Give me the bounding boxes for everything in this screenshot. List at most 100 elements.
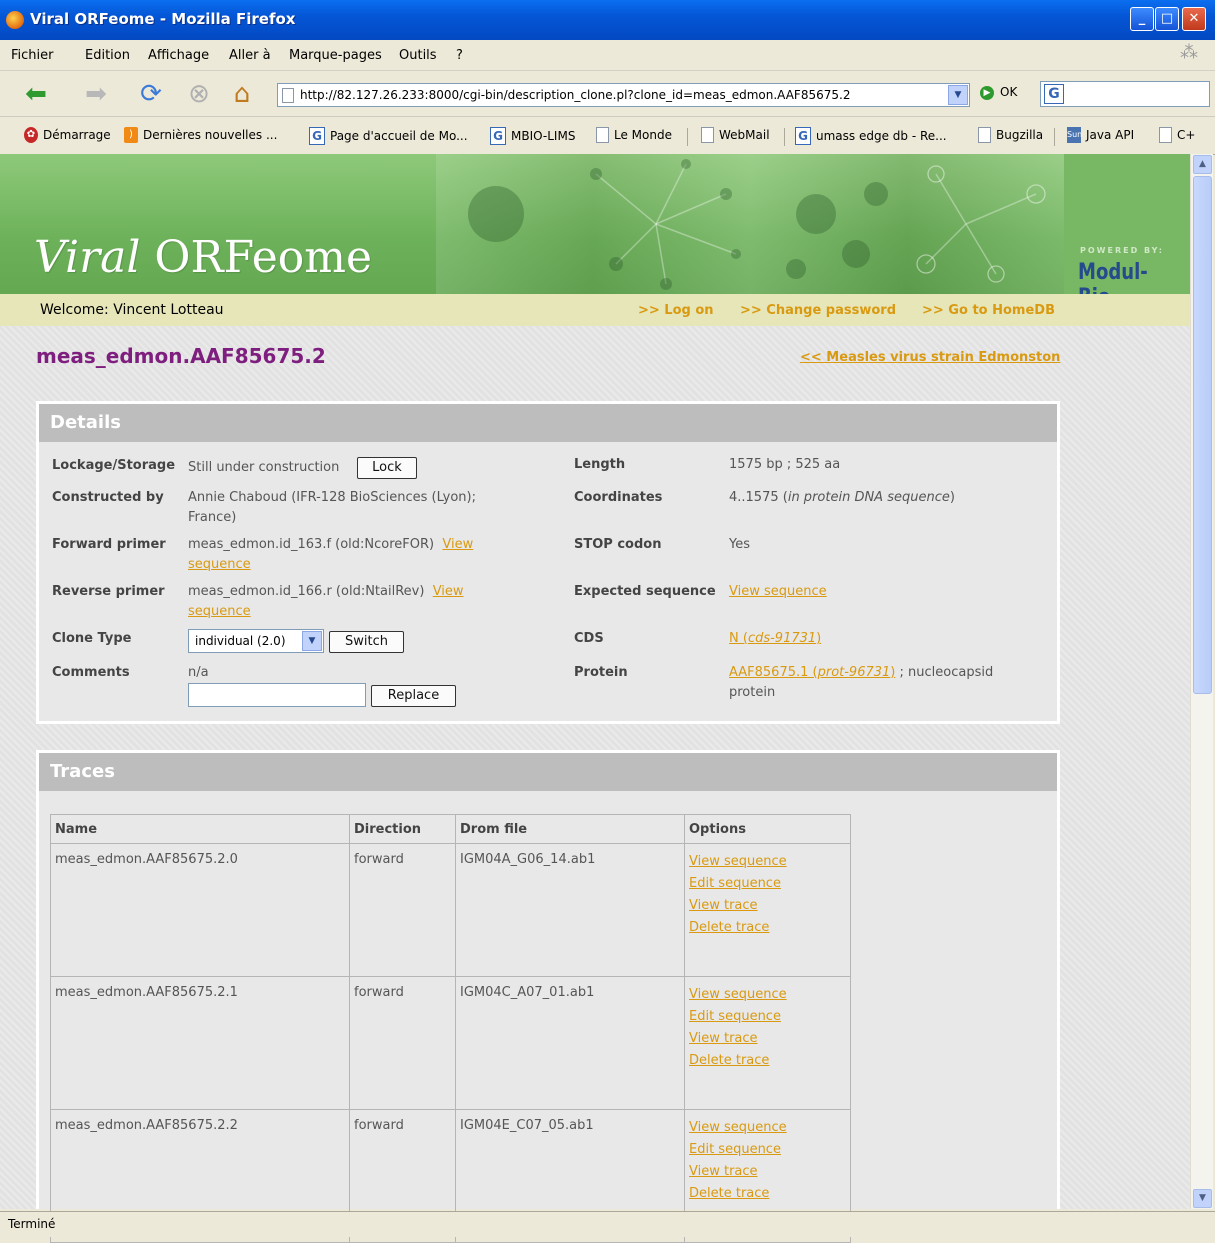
change-password-link[interactable]: >> Change password [740, 303, 896, 318]
go-button[interactable]: ▶ OK [980, 85, 1017, 100]
minimize-button[interactable]: _ [1130, 7, 1154, 31]
maximize-button[interactable]: □ [1155, 7, 1179, 31]
forward-sequence-link[interactable]: sequence [188, 557, 251, 572]
delete-trace-link[interactable]: Delete trace [689, 1053, 769, 1068]
menu-bar: Fichier Edition Affichage Aller à Marque… [0, 40, 1215, 71]
search-input[interactable]: G [1040, 81, 1210, 107]
menu-edition[interactable]: Edition [85, 48, 130, 63]
close-button[interactable]: ✕ [1182, 7, 1206, 31]
clone-type-value: individual (2.0) [195, 634, 286, 648]
forward-primer-label: Forward primer [52, 537, 166, 552]
url-text: http://82.127.26.233:8000/cgi-bin/descri… [300, 88, 851, 102]
go-to-homedb-link[interactable]: >> Go to HomeDB [922, 303, 1055, 318]
bookmark-mbio-lims[interactable]: G MBIO-LIMS [490, 127, 575, 145]
rss-icon: ) [124, 127, 138, 143]
back-link[interactable]: << Measles virus strain Edmonston [800, 350, 1060, 365]
bookmark-java-api[interactable]: Sun Java API [1067, 127, 1134, 143]
menu-outils[interactable]: Outils [399, 48, 437, 63]
scroll-thumb[interactable] [1193, 176, 1212, 694]
menu-help[interactable]: ? [456, 48, 463, 63]
site-title-italic: Viral [34, 232, 141, 283]
bookmark-accueil[interactable]: G Page d'accueil de Mo... [309, 127, 468, 145]
comments-value: n/a [188, 665, 209, 680]
forward-view-link[interactable]: View [442, 537, 473, 552]
column-direction: Direction [349, 814, 456, 844]
banner-illustration [468, 159, 1046, 290]
reverse-view-link[interactable]: View [433, 584, 464, 599]
reload-icon[interactable]: ⟳ [135, 78, 167, 110]
traces-header-row: Name Direction Drom file Options [50, 814, 851, 844]
lockage-label: Lockage/Storage [52, 458, 176, 473]
view-trace-link[interactable]: View trace [689, 1164, 758, 1179]
column-options: Options [684, 814, 851, 844]
back-icon[interactable]: ⬅ [20, 78, 52, 110]
protein-description-2: protein [729, 685, 776, 700]
replace-button[interactable]: Replace [371, 685, 456, 707]
google-icon: G [795, 127, 811, 145]
home-icon[interactable]: ⌂ [226, 78, 258, 110]
delete-trace-link[interactable]: Delete trace [689, 1186, 769, 1201]
expected-sequence-link[interactable]: View sequence [729, 582, 827, 602]
bookmark-umass[interactable]: Gumass edge db - Re... [795, 127, 947, 145]
trace-options: View sequence Edit sequence View trace D… [684, 843, 851, 977]
site-banner: Viral ORFeome POWERED BY: Modul-Bio [0, 154, 1190, 294]
reverse-primer-text: meas_edmon.id_166.r (old:NtailRev) [188, 584, 425, 599]
edit-sequence-link[interactable]: Edit sequence [689, 1009, 781, 1024]
site-title-rest: ORFeome [140, 232, 373, 283]
details-header: Details [39, 404, 1057, 442]
vertical-scrollbar[interactable]: ▲ ▼ [1190, 154, 1213, 1209]
column-name: Name [50, 814, 350, 844]
protein-value: AAF85675.1 (prot-96731) ; nucleocapsid p… [729, 663, 993, 703]
clone-type-select[interactable]: individual (2.0) ▼ [188, 629, 324, 653]
cds-link-gene: N ( [729, 631, 748, 646]
coordinates-note: in protein DNA sequence [787, 490, 950, 505]
bookmark-bugzilla[interactable]: Bugzilla [978, 127, 1043, 143]
comments-label: Comments [52, 665, 130, 680]
switch-button[interactable]: Switch [329, 631, 404, 653]
traces-header: Traces [39, 753, 1057, 791]
log-on-link[interactable]: >> Log on [638, 303, 714, 318]
bookmark-nouvelles[interactable]: ) Dernières nouvelles ... [124, 127, 277, 143]
comments-input[interactable] [188, 683, 366, 707]
status-bar: Terminé [0, 1211, 1215, 1237]
view-sequence-link[interactable]: View sequence [689, 987, 787, 1002]
forward-icon[interactable]: ➡ [80, 78, 112, 110]
cds-link[interactable]: N (cds-91731) [729, 629, 821, 649]
scroll-down-icon[interactable]: ▼ [1193, 1189, 1212, 1208]
view-sequence-link[interactable]: View sequence [689, 1120, 787, 1135]
bookmark-webmail[interactable]: WebMail [701, 127, 770, 143]
bookmark-demarrage[interactable]: ✿ Démarrage [24, 127, 111, 143]
protein-link[interactable]: AAF85675.1 (prot-96731) [729, 665, 895, 680]
url-bar[interactable]: http://82.127.26.233:8000/cgi-bin/descri… [277, 83, 970, 107]
constructed-label: Constructed by [52, 490, 164, 505]
table-row: meas_edmon.AAF85675.2.0 forward IGM04A_G… [50, 843, 851, 977]
bookmark-le-monde[interactable]: Le Monde [596, 127, 672, 143]
edit-sequence-link[interactable]: Edit sequence [689, 1142, 781, 1157]
edit-sequence-link[interactable]: Edit sequence [689, 876, 781, 891]
reverse-primer-value: meas_edmon.id_166.r (old:NtailRev) View s… [188, 582, 464, 622]
menu-aller[interactable]: Aller à [229, 48, 271, 63]
bookmark-cplus[interactable]: C+ [1159, 127, 1195, 143]
delete-trace-link[interactable]: Delete trace [689, 920, 769, 935]
view-trace-link[interactable]: View trace [689, 898, 758, 913]
google-icon: G [490, 127, 506, 145]
go-icon: ▶ [980, 85, 994, 100]
lock-button[interactable]: Lock [357, 457, 417, 479]
menu-affichage[interactable]: Affichage [148, 48, 209, 63]
traces-table: Name Direction Drom file Options meas_ed… [50, 814, 851, 1243]
trace-direction: forward [349, 976, 456, 1110]
menu-marque-pages[interactable]: Marque-pages [289, 48, 382, 63]
chevron-down-icon[interactable]: ▼ [302, 631, 322, 651]
brand-logo: Modul-Bio [1078, 260, 1148, 294]
page-icon [596, 127, 609, 143]
url-dropdown-icon[interactable]: ▼ [948, 85, 968, 105]
protein-link-id: prot-96731 [817, 665, 891, 680]
welcome-bar: Welcome: Vincent Lotteau >> Log on >> Ch… [0, 294, 1190, 326]
reverse-sequence-link[interactable]: sequence [188, 604, 251, 619]
stop-icon[interactable]: ⊗ [183, 78, 215, 110]
scroll-up-icon[interactable]: ▲ [1193, 155, 1212, 174]
menu-fichier[interactable]: Fichier [11, 48, 54, 63]
view-sequence-link[interactable]: View sequence [689, 854, 787, 869]
view-trace-link[interactable]: View trace [689, 1031, 758, 1046]
google-icon[interactable]: G [1044, 84, 1064, 104]
